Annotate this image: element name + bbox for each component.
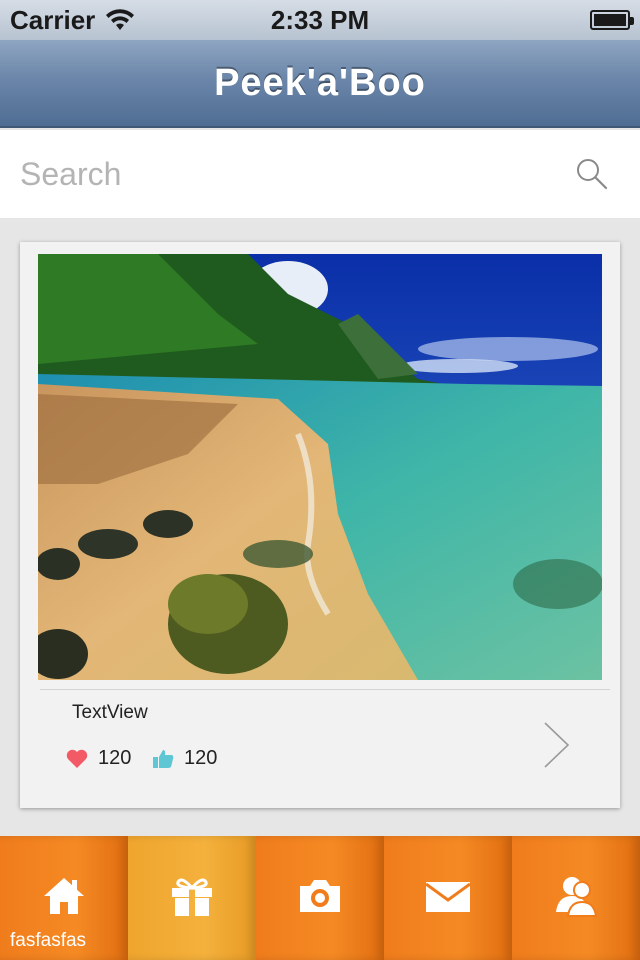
search-input[interactable] — [20, 155, 574, 193]
search-icon[interactable] — [574, 156, 610, 192]
battery-level — [594, 14, 626, 26]
mail-icon — [425, 882, 471, 912]
tab-home[interactable]: fasfasfas — [0, 836, 128, 960]
status-left: Carrier — [10, 5, 135, 36]
page-title: Peek'a'Boo — [214, 61, 426, 104]
search-bar — [0, 130, 640, 218]
tab-mail[interactable] — [384, 836, 512, 960]
thumbs-up-icon — [153, 749, 174, 768]
tab-home-label: fasfasfas — [10, 930, 87, 951]
tab-gift[interactable] — [128, 836, 256, 960]
gift-icon — [172, 878, 212, 916]
card-title: TextView — [72, 702, 148, 723]
carrier-label: Carrier — [10, 4, 96, 35]
card-divider — [40, 689, 610, 690]
battery-icon — [590, 10, 634, 30]
tab-bar: fasfasfas — [0, 836, 640, 960]
wifi-icon — [106, 9, 135, 30]
tab-camera[interactable] — [256, 836, 384, 960]
tab-contacts[interactable] — [512, 836, 640, 960]
heart-icon — [66, 749, 88, 768]
likes-count: 120 — [98, 747, 132, 769]
post-card[interactable]: TextView 120 120 — [20, 242, 620, 808]
home-icon — [44, 878, 84, 914]
navigation-bar: Peek'a'Boo — [0, 40, 640, 128]
likes-stat[interactable]: 120 — [66, 747, 131, 770]
camera-icon — [300, 880, 340, 912]
thumbs-count: 120 — [184, 747, 218, 769]
status-bar: Carrier 2:33 PM — [0, 0, 640, 40]
chevron-right-icon[interactable] — [542, 720, 572, 770]
thumbs-stat[interactable]: 120 — [152, 747, 217, 770]
beach-photo[interactable] — [38, 254, 602, 680]
contacts-icon — [556, 877, 598, 917]
